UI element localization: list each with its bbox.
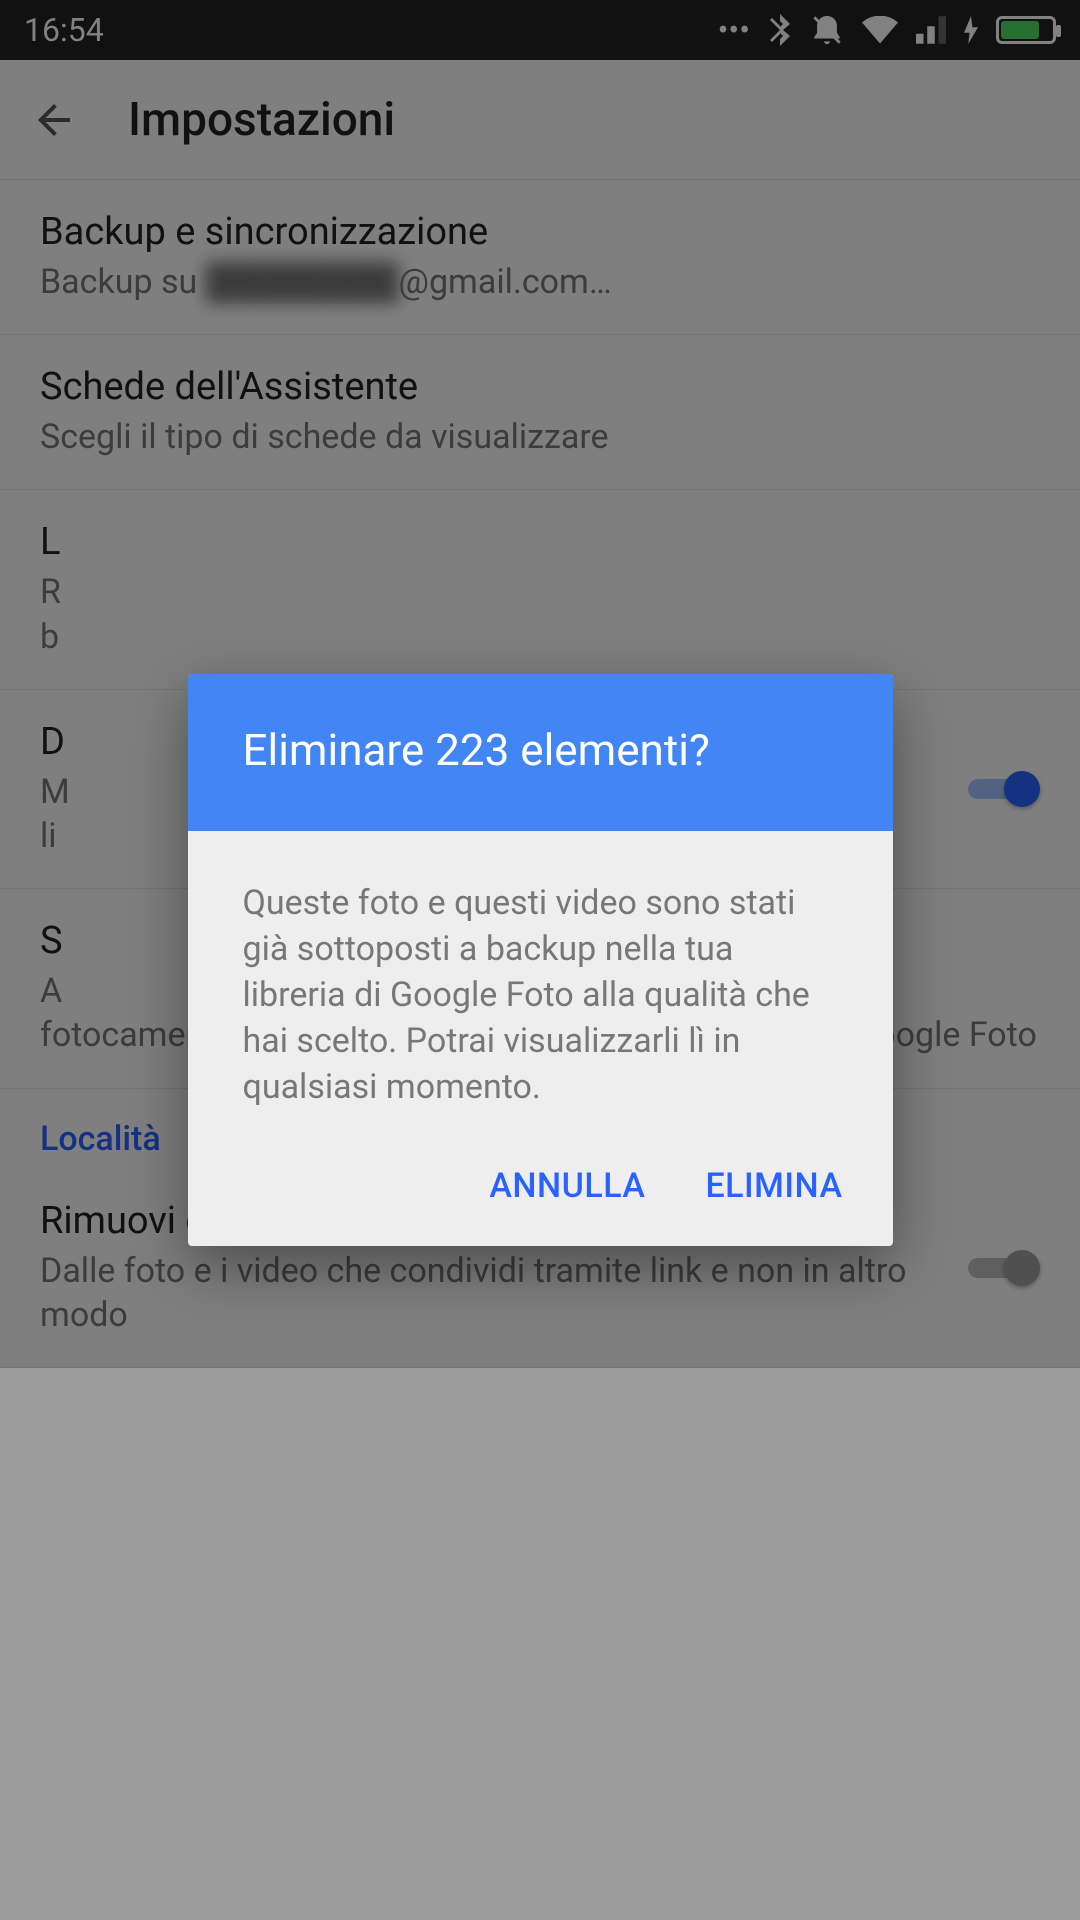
modal-overlay[interactable]: Eliminare 223 elementi? Queste foto e qu… [0, 0, 1080, 1920]
confirm-button[interactable]: ELIMINA [705, 1166, 842, 1206]
cancel-button[interactable]: ANNULLA [489, 1166, 645, 1206]
delete-dialog: Eliminare 223 elementi? Queste foto e qu… [188, 674, 893, 1245]
dialog-title: Eliminare 223 elementi? [188, 674, 893, 831]
dialog-actions: ANNULLA ELIMINA [188, 1131, 893, 1246]
dialog-body: Queste foto e questi video sono stati gi… [188, 831, 893, 1130]
